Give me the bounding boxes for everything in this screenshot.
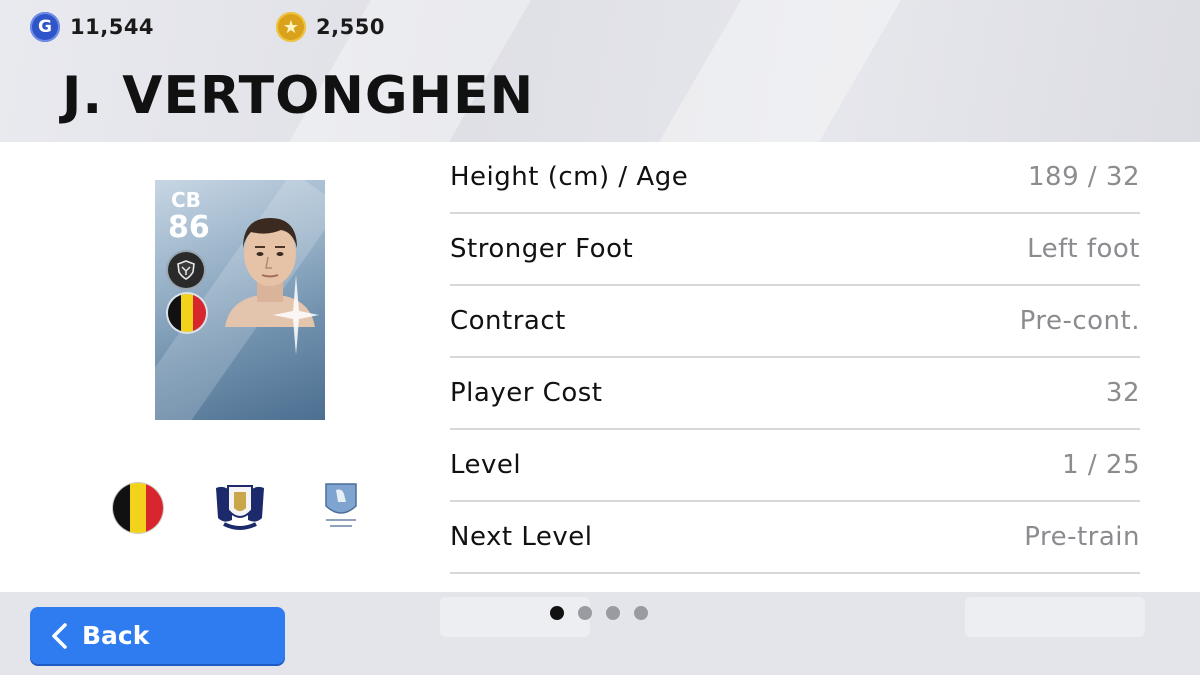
coin-balance: ★ 2,550: [276, 12, 385, 42]
info-row-contract: Contract Pre-cont.: [450, 286, 1140, 358]
info-row-player-cost: Player Cost 32: [450, 358, 1140, 430]
info-value: 189 / 32: [1028, 162, 1140, 192]
info-row-next-level: Next Level Pre-train: [450, 502, 1140, 574]
gp-coin-icon: G: [30, 12, 60, 42]
coin-amount: 2,550: [316, 15, 385, 39]
info-label: Level: [450, 450, 522, 480]
page-dot[interactable]: [606, 606, 620, 620]
player-info-list: Height (cm) / Age 189 / 32 Stronger Foot…: [450, 142, 1140, 574]
info-label: Next Level: [450, 522, 593, 552]
club-crest-icon: [212, 480, 272, 532]
sparkle-icon: [273, 275, 319, 355]
info-value: Left foot: [1027, 234, 1140, 264]
info-row-level: Level 1 / 25: [450, 430, 1140, 502]
info-label: Stronger Foot: [450, 234, 634, 264]
info-value: 32: [1105, 378, 1140, 408]
gp-amount: 11,544: [70, 15, 155, 39]
page-dot[interactable]: [634, 606, 648, 620]
chevron-left-icon: [52, 622, 67, 649]
header-stripe: [659, 0, 901, 142]
info-row-height-age: Height (cm) / Age 189 / 32: [450, 142, 1140, 214]
star-coin-icon: ★: [276, 12, 306, 42]
info-value: Pre-cont.: [1019, 306, 1140, 336]
card-position: CB: [171, 188, 201, 212]
league-emblem-icon: [316, 480, 376, 532]
card-rating: 86: [168, 210, 210, 245]
page-dot[interactable]: [578, 606, 592, 620]
page-indicator: [550, 606, 648, 620]
player-detail-panel: CB 86 Height (cm) / Age 189 / 32 Stronge…: [0, 142, 1200, 592]
card-flag-icon: [168, 294, 206, 332]
nationality-flag-icon: [113, 483, 163, 533]
player-name: J. VERTONGHEN: [62, 66, 535, 126]
ghost-button: [965, 597, 1145, 637]
info-label: Height (cm) / Age: [450, 162, 689, 192]
player-card[interactable]: CB 86: [155, 180, 325, 420]
info-row-stronger-foot: Stronger Foot Left foot: [450, 214, 1140, 286]
back-button[interactable]: Back: [30, 607, 285, 664]
info-value: 1 / 25: [1062, 450, 1140, 480]
playstyle-badge-icon: [168, 252, 204, 288]
info-label: Player Cost: [450, 378, 603, 408]
info-value: Pre-train: [1024, 522, 1140, 552]
back-label: Back: [82, 621, 150, 650]
gp-balance: G 11,544: [30, 12, 154, 42]
page-dot[interactable]: [550, 606, 564, 620]
info-label: Contract: [450, 306, 566, 336]
